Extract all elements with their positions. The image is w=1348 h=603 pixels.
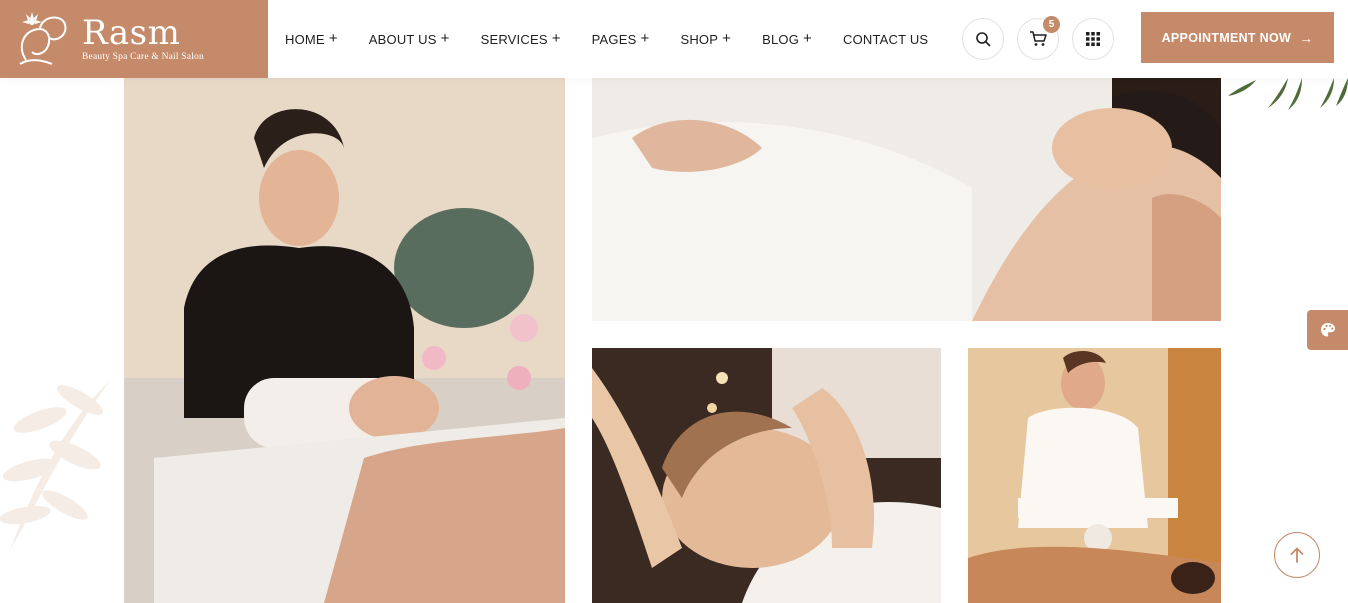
plus-icon: + (803, 30, 812, 47)
appointment-label: APPOINTMENT NOW (1161, 30, 1292, 45)
photo-illustration (124, 78, 565, 603)
nav-item-services[interactable]: SERVICES + (480, 30, 561, 47)
gallery-photo-face-massage-closeup[interactable] (592, 348, 941, 603)
brand-text: Rasm Beauty Spa Care & Nail Salon (82, 16, 204, 62)
plus-icon: + (640, 30, 650, 47)
leaf-decoration-left (0, 380, 110, 550)
nav-item-label: PAGES (591, 31, 637, 47)
photo-illustration (592, 78, 1221, 321)
nav-item-home[interactable]: HOME + (285, 30, 338, 47)
plus-icon: + (551, 30, 561, 47)
cart-count-badge: 5 (1043, 16, 1060, 33)
menu-grid-button[interactable] (1072, 18, 1114, 60)
scroll-to-top-button[interactable] (1274, 532, 1320, 578)
search-button[interactable] (962, 18, 1004, 60)
site-header: Rasm Beauty Spa Care & Nail Salon HOME +… (0, 0, 1348, 78)
nav-item-blog[interactable]: BLOG + (762, 30, 812, 47)
brand-name: Rasm (82, 13, 181, 53)
nav-item-pages[interactable]: PAGES + (591, 30, 650, 47)
plus-icon: + (722, 30, 732, 47)
nav-item-contact-us[interactable]: CONTACT US (843, 32, 928, 47)
leaf-decoration-right (1228, 78, 1348, 110)
style-switcher-button[interactable] (1307, 310, 1348, 350)
arrow-up-icon (1290, 547, 1304, 563)
grid-menu-icon (1086, 32, 1100, 46)
plus-icon: + (328, 30, 338, 47)
plus-icon: + (440, 30, 450, 47)
nav-item-shop[interactable]: SHOP + (680, 30, 732, 47)
main-nav: HOME + ABOUT US + SERVICES + PAGES + SHO… (285, 0, 959, 78)
palette-icon (1320, 323, 1335, 337)
gallery-photo-woman-in-bathrobe-head-massage[interactable] (592, 78, 1221, 321)
cart-icon (1030, 31, 1047, 46)
flower-woman-logo-icon (19, 12, 67, 65)
nav-item-label: HOME (285, 31, 325, 47)
nav-item-about-us[interactable]: ABOUT US + (368, 30, 450, 47)
appointment-button[interactable]: APPOINTMENT NOW → (1141, 12, 1334, 63)
nav-item-label: ABOUT US (368, 31, 437, 47)
cart-button[interactable]: 5 (1017, 16, 1060, 60)
photo-illustration (592, 348, 941, 603)
nav-item-label: SHOP (680, 31, 719, 47)
arrow-right-icon: → (1299, 29, 1314, 46)
nav-item-label: BLOG (762, 31, 800, 47)
search-icon (976, 32, 991, 47)
gallery-photo-therapist-back-massage[interactable] (968, 348, 1221, 603)
gallery-photo-therapist-facial-massage[interactable] (124, 78, 565, 603)
brand-logo[interactable]: Rasm Beauty Spa Care & Nail Salon (0, 0, 268, 78)
brand-tagline: Beauty Spa Care & Nail Salon (82, 52, 204, 62)
nav-item-label: CONTACT US (843, 31, 929, 47)
nav-item-label: SERVICES (480, 31, 548, 47)
photo-illustration (968, 348, 1221, 603)
